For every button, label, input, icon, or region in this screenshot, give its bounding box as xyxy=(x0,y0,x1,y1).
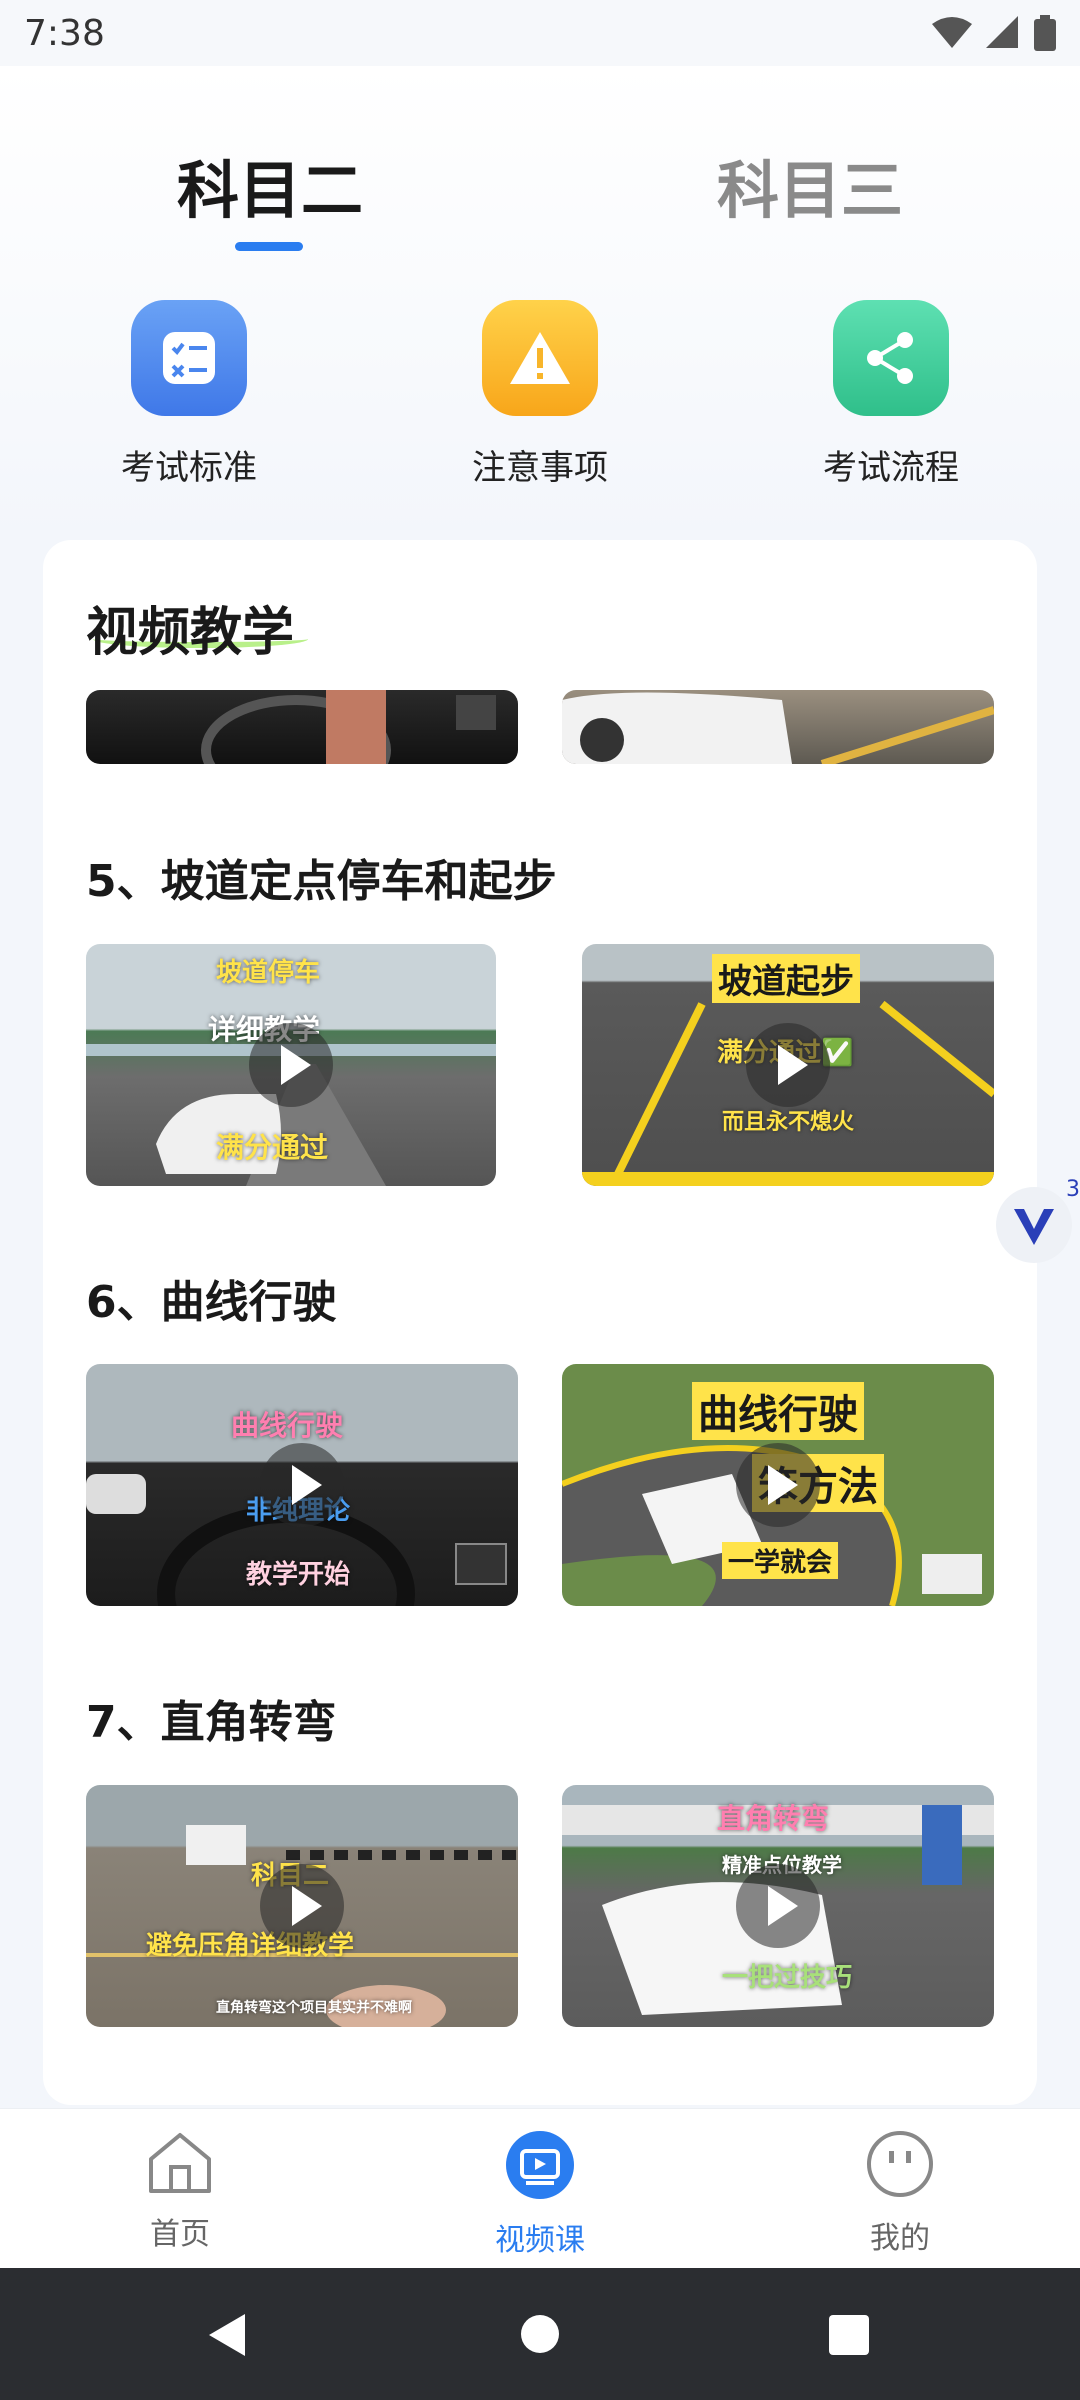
video-teaching-card: 视频教学 5、坡道定点停车和起步 坡道停车 详细教学 满分通过 坡道起步 满分通… xyxy=(43,540,1037,2105)
nav-item-home[interactable]: 首页 xyxy=(80,2129,280,2253)
play-icon xyxy=(249,1023,333,1107)
nav-label: 视频课 xyxy=(495,2223,585,2258)
video-thumbnail[interactable]: 曲线行驶 笨方法 一学就会 xyxy=(562,1364,994,1606)
video-caption: 曲线行驶 xyxy=(231,1409,344,1442)
video-caption: 直角转弯 xyxy=(717,1802,830,1835)
battery-icon xyxy=(1034,15,1056,51)
nav-label: 我的 xyxy=(870,2221,930,2256)
quick-action-exam-standard[interactable]: 考试标准 xyxy=(69,300,309,489)
video-thumbnail[interactable]: 直角转弯 精准点位教学 一把过技巧 xyxy=(562,1785,994,2027)
video-thumbnail-previous-1[interactable] xyxy=(86,690,518,764)
video-caption: 满分通过 xyxy=(216,1131,329,1164)
nav-item-mine[interactable]: 我的 xyxy=(800,2129,1000,2257)
play-icon xyxy=(736,1864,820,1948)
system-navigation-bar xyxy=(0,2268,1080,2400)
video-caption: 坡道停车 xyxy=(216,958,321,988)
video-icon xyxy=(506,2131,574,2199)
play-icon xyxy=(746,1023,830,1107)
status-icons xyxy=(932,15,1056,51)
video-caption: 一把过技巧 xyxy=(722,1963,853,1993)
floating-badge-count: 3 xyxy=(1066,1177,1080,1202)
smiley-icon xyxy=(867,2131,933,2197)
play-icon xyxy=(260,1443,344,1527)
quick-actions: 考试标准 注意事项 考试流程 xyxy=(0,300,1080,500)
video-caption: 坡道起步 xyxy=(712,954,860,1003)
warning-icon xyxy=(482,300,598,416)
active-tab-indicator xyxy=(235,242,303,251)
video-caption: 一学就会 xyxy=(722,1542,839,1579)
tab-subject-two[interactable]: 科目二 xyxy=(90,140,450,230)
video-thumbnail[interactable]: 坡道起步 满分通过✅ 而且永不熄火 xyxy=(582,944,994,1186)
group-title-hill-parking: 5、坡道定点停车和起步 xyxy=(86,856,557,907)
video-thumbnail-previous-2[interactable] xyxy=(562,690,994,764)
status-bar: 7:38 xyxy=(0,0,1080,66)
home-circle-icon[interactable] xyxy=(520,2314,560,2354)
quick-action-notes[interactable]: 注意事项 xyxy=(420,300,660,489)
tab-subject-three[interactable]: 科目三 xyxy=(630,140,990,230)
back-icon[interactable] xyxy=(205,2312,249,2358)
group-title-right-angle-turn: 7、直角转弯 xyxy=(86,1697,337,1748)
play-icon xyxy=(260,1864,344,1948)
quick-action-label: 考试流程 xyxy=(823,448,959,488)
bottom-navigation: 首页 视频课 我的 xyxy=(0,2108,1080,2268)
recents-icon[interactable] xyxy=(828,2314,870,2356)
quick-action-exam-process[interactable]: 考试流程 xyxy=(771,300,1011,489)
video-thumbnail[interactable]: 曲线行驶 非纯理论 教学开始 xyxy=(86,1364,518,1606)
subject-tabs: 科目二 科目三 xyxy=(0,140,1080,260)
quick-action-label: 注意事项 xyxy=(472,448,608,488)
group-title-curve-driving: 6、曲线行驶 xyxy=(86,1277,337,1328)
video-caption: 直角转弯这个项目其实并不难啊 xyxy=(216,2000,412,2016)
video-caption: 教学开始 xyxy=(246,1560,351,1590)
floating-assistant-button[interactable]: 3 xyxy=(988,1177,1080,1263)
home-icon xyxy=(149,2133,211,2193)
play-icon xyxy=(736,1443,820,1527)
nav-label: 首页 xyxy=(150,2217,210,2252)
status-time: 7:38 xyxy=(24,12,105,54)
video-caption: 曲线行驶 xyxy=(692,1382,864,1440)
video-thumbnail[interactable]: 科目二 避免压角详细教学 直角转弯这个项目其实并不难啊 xyxy=(86,1785,518,2027)
share-icon xyxy=(833,300,949,416)
quick-action-label: 考试标准 xyxy=(121,448,257,488)
checklist-icon xyxy=(131,300,247,416)
signal-icon xyxy=(986,16,1018,48)
nav-item-video[interactable]: 视频课 xyxy=(440,2129,640,2259)
section-title: 视频教学 xyxy=(86,603,295,663)
wifi-icon xyxy=(932,17,972,48)
video-caption: 而且永不熄火 xyxy=(722,1110,855,1135)
video-thumbnail[interactable]: 坡道停车 详细教学 满分通过 xyxy=(86,944,496,1186)
